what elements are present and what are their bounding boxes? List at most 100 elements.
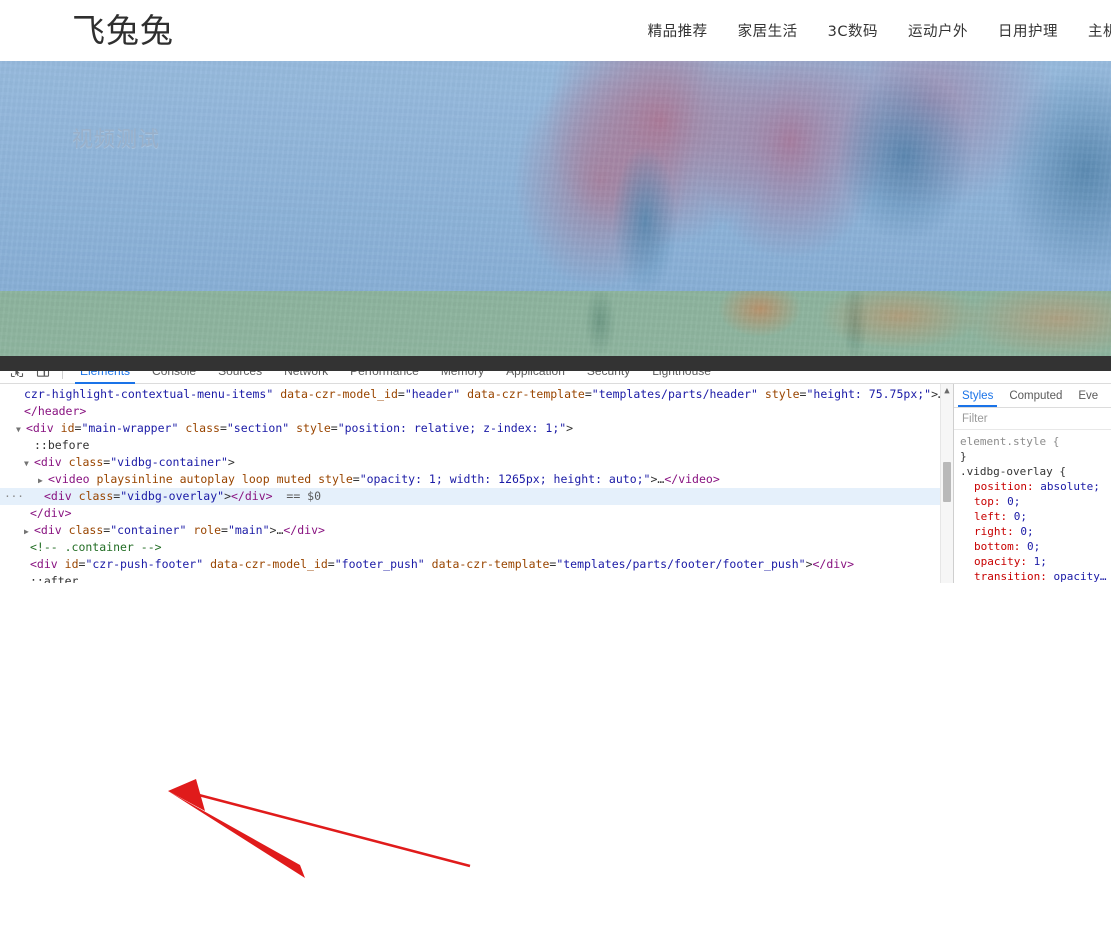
dom-token-punct: = — [221, 523, 228, 537]
dom-token-sp — [270, 472, 277, 486]
style-property-value[interactable]: 0; — [1014, 510, 1027, 523]
dom-token-val: "container" — [110, 523, 187, 537]
dom-tree-row[interactable]: <!-- .container --> — [0, 539, 940, 556]
style-property-name[interactable]: left: — [960, 510, 1014, 523]
style-property-name[interactable]: right: — [960, 525, 1020, 538]
dom-token-val: "footer_push" — [334, 557, 425, 571]
chevron-right-icon[interactable]: ▶ — [24, 523, 34, 540]
dom-token-attr: style — [764, 387, 800, 401]
dom-token-punct: > — [566, 421, 574, 435]
styles-filter-input[interactable]: Filter — [954, 408, 1111, 430]
dom-token-val: "main-wrapper" — [81, 421, 179, 435]
dom-token-attr: role — [193, 523, 222, 537]
style-property-value[interactable]: 0; — [1007, 495, 1020, 508]
dom-token-val: "templates/parts/footer/footer_push" — [556, 557, 806, 571]
dom-tree-row[interactable]: ▼ <div class="vidbg-container"> — [0, 454, 940, 471]
dom-token-attr: style — [296, 421, 331, 435]
main-navigation: 精品推荐 家居生活 3C数码 运动户外 日用护理 主机安 — [648, 20, 1111, 41]
style-declaration[interactable]: opacity: 1; — [960, 554, 1111, 569]
nav-item-3[interactable]: 运动户外 — [908, 20, 968, 41]
style-property-name[interactable]: position: — [960, 480, 1040, 493]
dom-token-val: czr-highlight-contextual-menu-items" — [24, 387, 274, 401]
dom-token-attr: data-czr-model_id — [210, 557, 328, 571]
style-property-value[interactable]: 0; — [1020, 525, 1033, 538]
chevron-right-icon[interactable]: ▶ — [38, 472, 48, 489]
dom-row-menu-icon[interactable]: ··· — [4, 488, 24, 505]
dom-token-pseudo: ::after — [30, 574, 79, 583]
dom-token-punct: = — [584, 387, 592, 401]
style-property-value[interactable]: 0; — [1027, 540, 1040, 553]
dom-tree-row[interactable]: </header> — [0, 403, 940, 420]
scroll-up-arrow[interactable]: ▲ — [941, 386, 953, 396]
style-property-value[interactable]: 1; — [1034, 555, 1047, 568]
dom-tree-pane[interactable]: czr-highlight-contextual-menu-items" dat… — [0, 384, 940, 583]
dom-token-punct: = — [397, 387, 405, 401]
main-wrapper-section: 视频测试 飞兔兔提供常用热门商品的性价比排行、产品介绍和 热门上文 热门分类 — [0, 61, 1111, 371]
dom-tree-scrollbar[interactable]: ▲ — [940, 384, 953, 583]
video-background-container — [0, 61, 1111, 371]
style-property-name[interactable]: opacity: — [960, 555, 1034, 568]
dom-tree-row[interactable]: ::before — [0, 437, 940, 454]
dom-token-attr: playsinline — [96, 472, 173, 486]
style-declaration[interactable]: left: 0; — [960, 509, 1111, 524]
site-logo[interactable]: 飞兔兔 — [72, 14, 174, 47]
dom-tree-row[interactable]: ▶ <video playsinline autoplay loop muted … — [0, 471, 940, 488]
dom-token-sp — [235, 472, 242, 486]
nav-item-2[interactable]: 3C数码 — [828, 20, 878, 41]
tab-styles[interactable]: Styles — [954, 384, 1001, 407]
dom-tree-row[interactable]: ▼ <div id="main-wrapper" class="section" … — [0, 420, 940, 437]
dom-token-tag: </div> — [231, 489, 273, 503]
dom-token-punct: = — [219, 421, 227, 435]
tab-computed[interactable]: Computed — [1001, 384, 1070, 407]
dom-token-val: "vidbg-overlay" — [120, 489, 225, 503]
dom-token-sp — [62, 523, 69, 537]
style-property-name[interactable]: transition: — [960, 570, 1053, 583]
dom-token-tag: </div> — [30, 506, 72, 520]
dom-token-tag: <div — [26, 421, 54, 435]
devtools-body: czr-highlight-contextual-menu-items" dat… — [0, 384, 1111, 583]
dom-token-sp — [173, 472, 180, 486]
dom-token-attr: class — [78, 489, 114, 503]
dom-token-val: "opacity: 1; width: 1265px; height: auto… — [359, 472, 651, 486]
chevron-down-icon[interactable]: ▼ — [24, 455, 34, 472]
dom-token-sp — [54, 421, 61, 435]
dom-token-punct: > — [224, 489, 231, 503]
style-property-name[interactable]: top: — [960, 495, 1007, 508]
scrollbar-thumb[interactable] — [943, 462, 951, 502]
dom-token-attr: autoplay — [179, 472, 235, 486]
nav-item-4[interactable]: 日用护理 — [998, 20, 1058, 41]
dom-token-punct: > — [227, 455, 235, 469]
dom-token-val: "main" — [227, 523, 270, 537]
dom-tree-row[interactable]: ::after — [0, 573, 940, 583]
style-declaration[interactable]: position: absolute; — [960, 479, 1111, 494]
dom-token-tag: <div — [34, 455, 62, 469]
style-property-value[interactable]: opacity… — [1053, 570, 1106, 583]
style-rule-selector[interactable]: .vidbg-overlay { — [960, 464, 1111, 479]
style-property-value[interactable]: absolute; — [1040, 480, 1100, 493]
dom-token-val: "height: 75.75px;" — [806, 387, 932, 401]
dom-token-sp — [758, 387, 765, 401]
site-header: 飞兔兔 精品推荐 家居生活 3C数码 运动户外 日用护理 主机安 — [0, 0, 1111, 61]
nav-item-1[interactable]: 家居生活 — [738, 20, 798, 41]
dom-tree-row[interactable]: </div> — [0, 505, 940, 522]
tab-event-listeners[interactable]: Eve — [1070, 384, 1106, 407]
style-declaration[interactable]: transition: opacity… — [960, 569, 1111, 583]
dom-token-punct: > — [931, 387, 939, 401]
style-declaration[interactable]: top: 0; — [960, 494, 1111, 509]
dom-token-tag: <div — [44, 489, 72, 503]
style-declaration[interactable]: right: 0; — [960, 524, 1111, 539]
style-property-name[interactable]: bottom: — [960, 540, 1027, 553]
hero-title: 视频测试 — [72, 127, 160, 151]
nav-item-0[interactable]: 精品推荐 — [648, 20, 708, 41]
dom-tree-row[interactable]: ··· <div class="vidbg-overlay"></div> == … — [0, 488, 940, 505]
dom-token-dollar: == $0 — [286, 489, 322, 503]
nav-item-5[interactable]: 主机安 — [1088, 20, 1111, 41]
dom-tree-row[interactable]: <div id = "czr-push-footer" data-czr-model… — [0, 556, 940, 573]
dom-tree-row[interactable]: ▶ <div class="container" role="main">…</d… — [0, 522, 940, 539]
style-declaration[interactable]: bottom: 0; — [960, 539, 1111, 554]
red-pointer-arrow — [168, 779, 471, 878]
dom-token-tag: </div> — [283, 523, 325, 537]
chevron-down-icon[interactable]: ▼ — [16, 421, 26, 438]
style-rule-selector[interactable]: element.style { — [960, 434, 1111, 449]
dom-tree-row[interactable]: czr-highlight-contextual-menu-items" dat… — [0, 386, 940, 403]
